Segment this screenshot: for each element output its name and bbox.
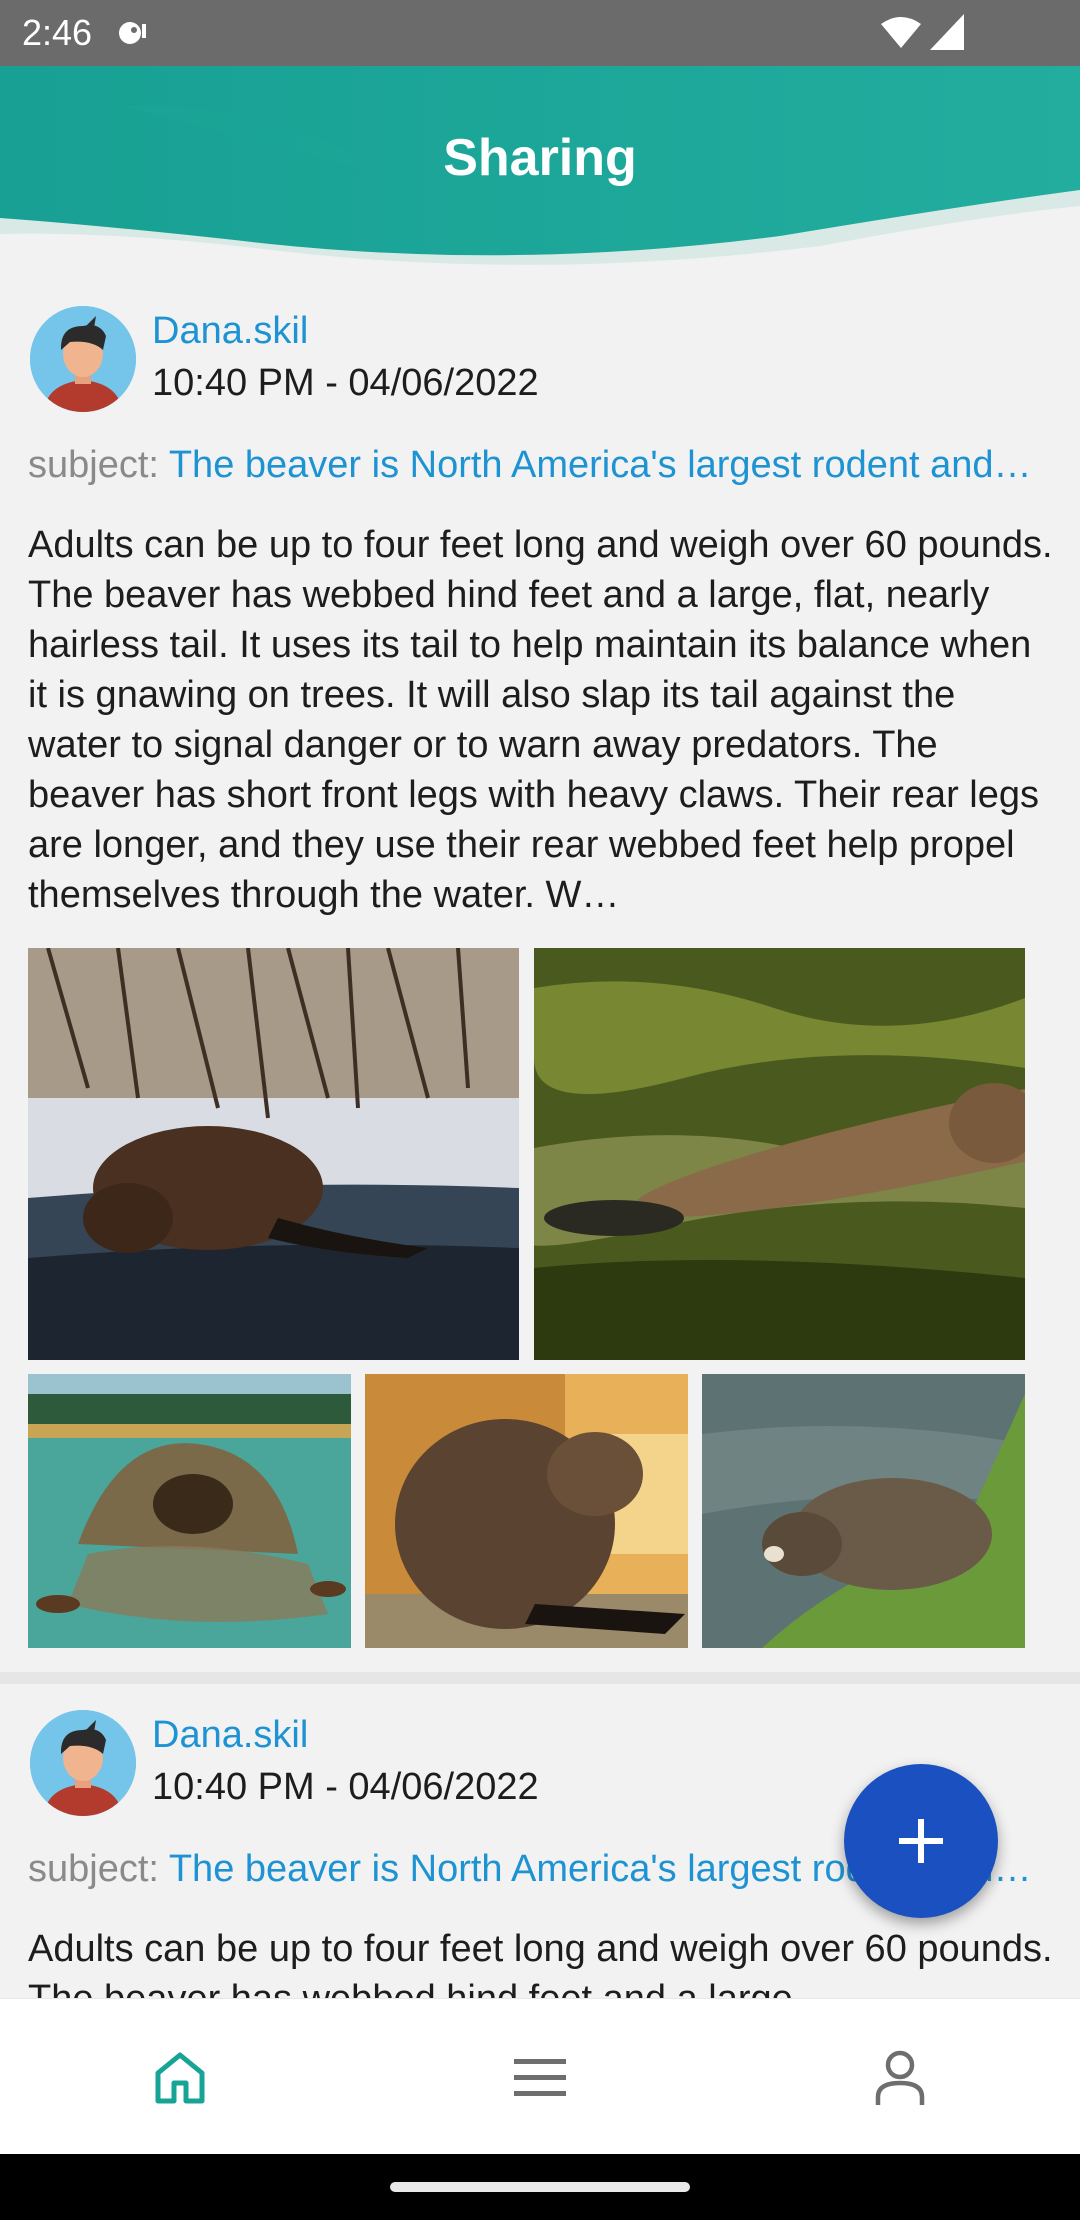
home-icon	[155, 2052, 205, 2104]
post-photo[interactable]	[702, 1374, 1025, 1648]
post-subject[interactable]: subject: The beaver is North America's l…	[28, 444, 1048, 487]
nav-menu[interactable]	[360, 1999, 720, 2155]
signal-icon	[930, 14, 964, 50]
page-title: Sharing	[443, 129, 637, 187]
post-body[interactable]: Adults can be up to four feet long and w…	[28, 1924, 1058, 1998]
post-divider	[0, 1672, 1080, 1684]
post-photo[interactable]	[28, 948, 519, 1360]
nav-profile[interactable]	[720, 1999, 1080, 2155]
nutria-on-grass-photo	[702, 1374, 1025, 1648]
post-username[interactable]: Dana.skil	[152, 310, 308, 353]
user-avatar-icon	[30, 306, 136, 412]
post-card[interactable]: Dana.skil 10:40 PM - 04/06/2022 subject:…	[0, 280, 1080, 1670]
status-bar: 2:46	[0, 0, 1080, 66]
post-timestamp: 10:40 PM - 04/06/2022	[152, 1766, 539, 1808]
app-header: Sharing	[0, 66, 1080, 280]
post-username[interactable]: Dana.skil	[152, 1714, 308, 1757]
post-photo[interactable]	[365, 1374, 688, 1648]
beaver-lodge-illustration	[28, 1374, 351, 1648]
user-avatar-icon	[30, 1710, 136, 1816]
notification-icon	[119, 22, 146, 44]
beaver-swimming-photo	[534, 948, 1025, 1360]
bottom-navigation	[0, 1998, 1080, 2154]
subject-label: subject:	[28, 444, 169, 486]
screen: 2:46 Sharing Dana.skil 10:40 PM - 04/06/…	[0, 0, 1080, 2220]
profile-icon	[875, 2050, 925, 2105]
avatar[interactable]	[30, 1710, 136, 1816]
home-gesture-bar[interactable]	[390, 2182, 690, 2192]
beaver-snow-photo	[28, 948, 519, 1360]
post-body[interactable]: Adults can be up to four feet long and w…	[28, 520, 1058, 920]
avatar[interactable]	[30, 306, 136, 412]
post-photo[interactable]	[28, 1374, 351, 1648]
beaver-sitting-photo	[365, 1374, 688, 1648]
wifi-icon	[881, 17, 921, 48]
plus-icon	[899, 1819, 943, 1863]
subject-text[interactable]: The beaver is North America's largest ro…	[169, 444, 1032, 486]
feed-list[interactable]: Dana.skil 10:40 PM - 04/06/2022 subject:…	[0, 280, 1080, 1998]
nav-home[interactable]	[0, 1999, 360, 2155]
post-photo[interactable]	[534, 948, 1025, 1360]
subject-label: subject:	[28, 1848, 169, 1890]
post-timestamp: 10:40 PM - 04/06/2022	[152, 362, 539, 404]
system-navigation-bar	[0, 2154, 1080, 2220]
menu-icon	[514, 2059, 566, 2096]
add-post-button[interactable]	[844, 1764, 998, 1918]
status-time: 2:46	[22, 12, 93, 53]
